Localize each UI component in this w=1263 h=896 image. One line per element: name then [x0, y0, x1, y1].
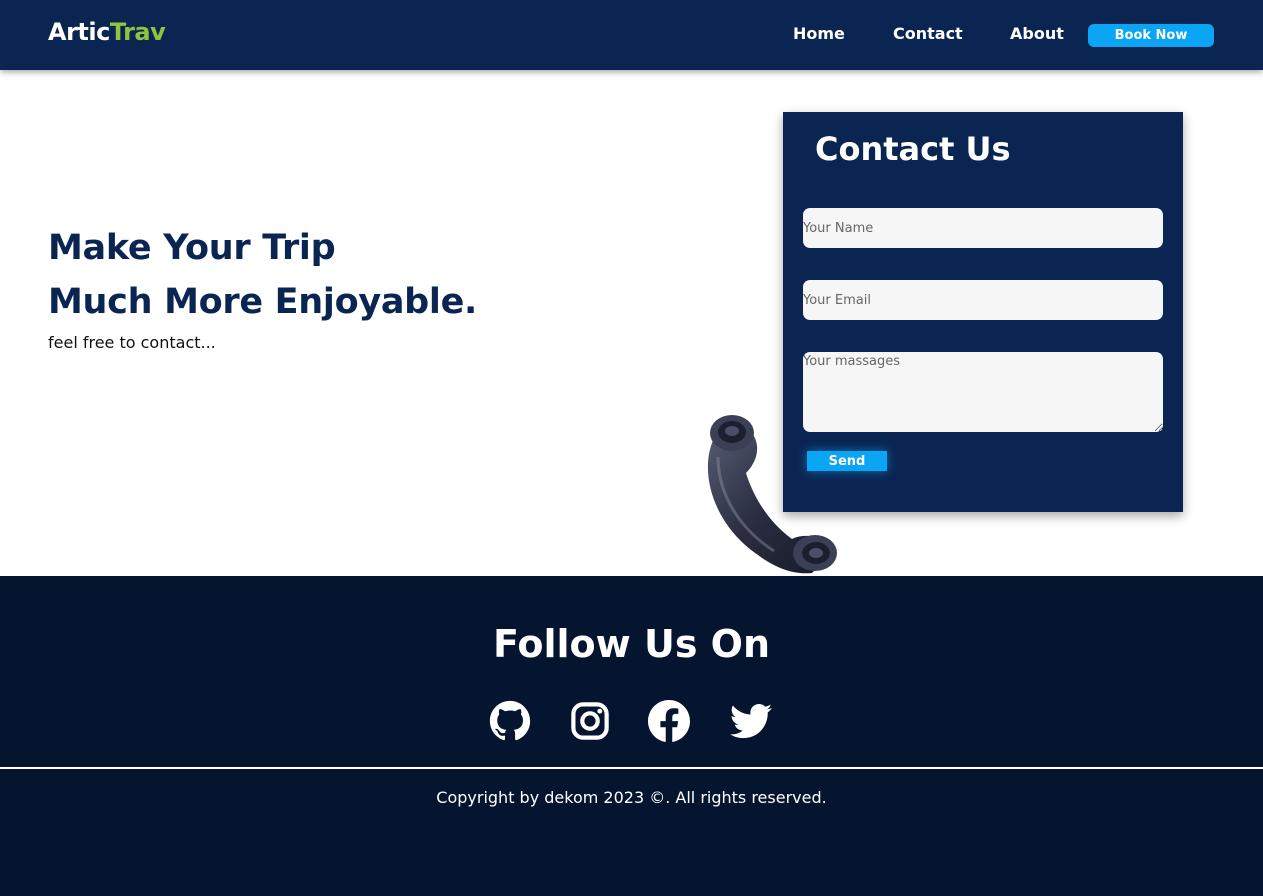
- book-now-button[interactable]: Book Now: [1088, 24, 1214, 47]
- copyright-text: Copyright by dekom 2023 ©. All rights re…: [436, 788, 827, 807]
- hero-title-line1: Make Your Trip: [48, 228, 336, 268]
- hero-title-line2: Much More Enjoyable.: [48, 282, 478, 322]
- github-icon[interactable]: [489, 700, 531, 742]
- contact-title: Contact Us: [815, 130, 1011, 168]
- hero-subtitle: feel free to contact...: [48, 333, 216, 352]
- navbar: ArticTrav Home Contact About Book Now: [0, 0, 1263, 70]
- nav-link-about[interactable]: About: [1010, 24, 1064, 43]
- name-input[interactable]: [803, 208, 1163, 248]
- follow-us-title: Follow Us On: [492, 622, 771, 666]
- nav-link-contact[interactable]: Contact: [893, 24, 963, 43]
- instagram-icon[interactable]: [569, 700, 611, 742]
- logo[interactable]: ArticTrav: [48, 18, 166, 46]
- footer: Follow Us On Copyright by dekom 2023 ©. …: [0, 576, 1263, 896]
- phone-handset-illustration: [707, 415, 837, 574]
- logo-text-primary: Artic: [48, 18, 110, 46]
- footer-divider: [0, 767, 1263, 769]
- twitter-icon[interactable]: [730, 700, 772, 742]
- message-textarea[interactable]: [803, 352, 1163, 432]
- facebook-icon[interactable]: [648, 700, 690, 742]
- logo-text-accent: Trav: [109, 18, 166, 46]
- nav-link-home[interactable]: Home: [793, 24, 845, 43]
- email-input[interactable]: [803, 280, 1163, 320]
